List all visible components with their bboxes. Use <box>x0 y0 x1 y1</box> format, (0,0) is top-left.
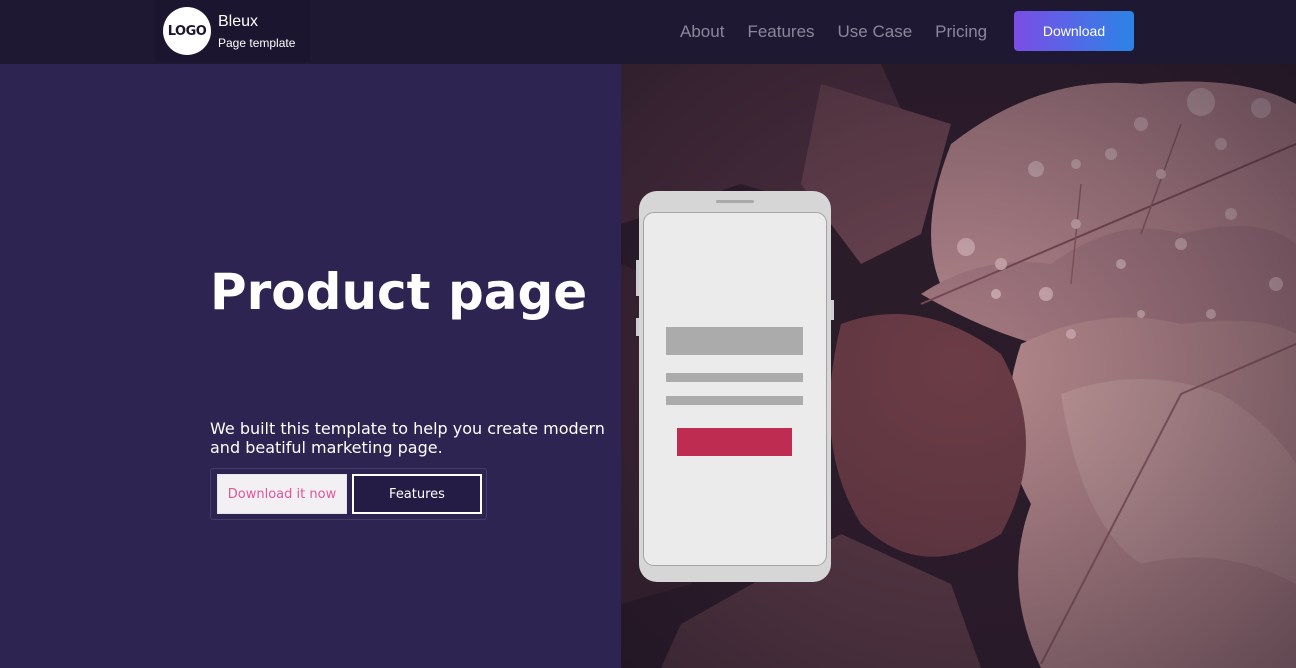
placeholder-line <box>666 373 803 382</box>
phone-mockup <box>639 191 831 582</box>
brand-name: Bleux <box>218 13 259 30</box>
phone-side-button <box>636 260 639 296</box>
navbar: LOGO Bleux Page template About Features … <box>0 0 1296 64</box>
download-now-button[interactable]: Download it now <box>217 474 347 514</box>
placeholder-button <box>677 428 792 456</box>
cta-group: Download it now Features <box>210 468 487 520</box>
placeholder-line <box>666 396 803 405</box>
phone-side-button <box>636 318 639 336</box>
nav-link-use-case[interactable]: Use Case <box>838 22 913 42</box>
phone-screen <box>643 212 827 566</box>
nav-link-about[interactable]: About <box>680 22 724 42</box>
download-button[interactable]: Download <box>1014 11 1134 51</box>
hero-title: Product page <box>210 263 588 321</box>
hero-description: We built this template to help you creat… <box>210 419 605 457</box>
brand-subtitle: Page template <box>218 36 296 50</box>
phone-side-button <box>831 300 834 320</box>
logo[interactable]: LOGO <box>163 7 211 55</box>
nav-link-pricing[interactable]: Pricing <box>935 22 987 42</box>
brand[interactable]: LOGO Bleux Page template <box>155 0 310 62</box>
phone-speaker <box>716 200 754 203</box>
nav-links: About Features Use Case Pricing <box>680 22 987 42</box>
placeholder-header <box>666 327 803 355</box>
nav-link-features[interactable]: Features <box>747 22 814 42</box>
features-button[interactable]: Features <box>352 474 482 514</box>
